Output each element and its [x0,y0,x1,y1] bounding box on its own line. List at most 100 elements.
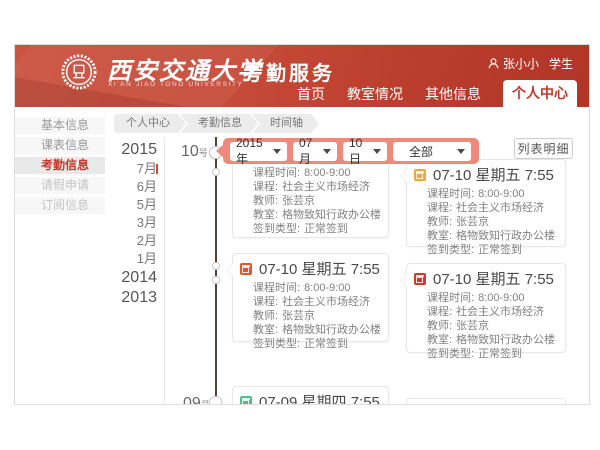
card-header: 07-10 星期五 7:55 [233,254,388,279]
user-menu[interactable]: 张小小 学生 [488,55,573,72]
timeline-axis [215,137,217,405]
card-datetime: 07-10 星期五 7:55 [259,258,380,279]
attendance-card: 课程时间:8:00-9:00课程:社会主义市场经济教师:张芸京教室:格物致知行政… [232,157,389,238]
date-nav-2013[interactable]: 2013 [100,288,157,308]
card-fields: 课程时间:8:00-9:00课程:社会主义市场经济教师:张芸京教室:格物致知行政… [233,279,388,351]
year-dropdown-value: 2015年 [236,136,267,167]
date-nav-2015[interactable]: 2015 [100,140,157,160]
card-field: 教师:张芸京 [427,319,557,333]
day-number: 09 [183,395,201,405]
university-name-en: XI'AN JIAO TONG UNIVERSITY [108,81,243,88]
app-header: 西安交通大学 XI'AN JIAO TONG UNIVERSITY 考勤服务 张… [15,45,589,107]
date-nav-february[interactable]: 2月 [100,232,157,250]
breadcrumb-attendance-info[interactable]: 考勤信息 [180,114,258,133]
attendance-card: 07-10 星期五 7:55 课程时间:8:00-9:00课程:社会主义市场经济… [232,253,389,342]
top-navigation: 首页 教室情况 其他信息 个人中心 [286,80,577,107]
user-role: 学生 [549,55,573,72]
day-marker-10: 10号 [181,143,208,161]
card-field: 教师:张芸京 [427,215,557,229]
attendance-card: 07-09 星期四 7:55 [232,386,389,405]
attendance-card: 07-10 星期五 7:55 课程时间:8:00-9:00课程:社会主义市场经济… [406,263,566,353]
nav-item-home[interactable]: 首页 [297,81,325,107]
sidebar-item-schedule-info[interactable]: 课表信息 [15,137,105,154]
card-field: 课程时间:8:00-9:00 [427,291,557,305]
card-field: 课程:社会主义市场经济 [253,180,380,194]
card-field: 签到类型:正常签到 [253,222,380,236]
day-dropdown-value: 10日 [349,136,367,167]
card-field: 教师:张芸京 [253,194,380,208]
nav-item-other-info[interactable]: 其他信息 [425,81,481,107]
day-dropdown[interactable]: 10日 [343,142,387,161]
sidebar: 基本信息 课表信息 考勤信息 请假申请 订阅信息 [15,117,105,217]
card-field: 课程时间:8:00-9:00 [253,281,380,295]
card-field: 课程:社会主义市场经济 [253,295,380,309]
chevron-down-icon [323,149,331,154]
breadcrumb-timeline[interactable]: 时间轴 [252,114,319,133]
sidebar-item-attendance-info[interactable]: 考勤信息 [15,157,105,174]
date-nav-july-current[interactable]: 7月 [100,160,157,178]
date-nav-january[interactable]: 1月 [100,250,157,268]
card-fields: 课程时间:8:00-9:00课程:社会主义市场经济教师:张芸京教室:格物致知行政… [233,158,388,236]
user-name: 张小小 [503,55,539,72]
breadcrumb: 个人中心 考勤信息 时间轴 [114,114,313,133]
date-nav: 2015 7月 6月 5月 3月 2月 1月 2014 2013 [100,140,157,308]
category-dropdown-value: 全部 [409,143,433,160]
card-field: 教室:格物致知行政办公楼 [427,333,557,347]
card-datetime: 07-09 星期四 7:55 [259,391,380,405]
timeline-node[interactable] [212,276,220,284]
card-field: 教室:格物致知行政办公楼 [253,323,380,337]
attendance-card: 07-10 星期五 7:55 课程时间:8:00-9:00课程:社会主义市场经济… [406,159,566,247]
calendar-icon [414,169,426,181]
card-header: 07-09 星期四 7:55 [233,387,388,405]
card-field: 教师:张芸京 [253,309,380,323]
attendance-card [406,398,566,405]
calendar-icon [414,273,426,285]
date-nav-2014[interactable]: 2014 [100,268,157,288]
day-suffix: 号 [201,400,210,405]
sidebar-item-basic-info[interactable]: 基本信息 [15,117,105,134]
chevron-down-icon [273,149,281,154]
timeline-node[interactable] [209,396,222,405]
card-pointer [401,274,407,286]
timeline-node[interactable] [212,262,220,270]
day-suffix: 号 [199,148,208,158]
list-detail-button[interactable]: 列表明细 [514,138,573,159]
month-dropdown-value: 07月 [299,136,317,167]
day-number: 10 [181,143,199,160]
card-field: 课程时间:8:00-9:00 [253,166,380,180]
day-marker-09: 09号 [183,395,210,405]
current-month-marker [156,164,158,174]
date-nav-march[interactable]: 3月 [100,214,157,232]
filter-bar: 2015年 07月 10日 全部 [223,138,479,164]
calendar-icon [240,263,252,275]
nav-item-classrooms[interactable]: 教室情况 [347,81,403,107]
university-logo-icon [60,53,98,91]
card-fields: 课程时间:8:00-9:00课程:社会主义市场经济教师:张芸京教室:格物致知行政… [407,185,565,257]
date-nav-june[interactable]: 6月 [100,178,157,196]
card-field: 课程时间:8:00-9:00 [427,187,557,201]
date-nav-may[interactable]: 5月 [100,196,157,214]
category-dropdown[interactable]: 全部 [393,142,471,161]
timeline-node[interactable] [212,168,220,176]
filter-pointer-arrow [216,144,224,158]
year-dropdown[interactable]: 2015年 [230,142,287,161]
card-pointer [227,264,233,276]
sidebar-item-leave-request[interactable]: 请假申请 [15,177,105,194]
card-datetime: 07-10 星期五 7:55 [433,268,554,289]
nav-tab-personal-center-active[interactable]: 个人中心 [503,80,577,107]
card-field: 签到类型:正常签到 [427,243,557,257]
chevron-down-icon [457,149,465,154]
card-datetime: 07-10 星期五 7:55 [433,164,554,185]
user-icon [488,58,499,69]
card-field: 课程:社会主义市场经济 [427,201,557,215]
card-field: 教室:格物致知行政办公楼 [253,208,380,222]
card-field: 课程:社会主义市场经济 [427,305,557,319]
main-content: 基本信息 课表信息 考勤信息 请假申请 订阅信息 个人中心 考勤信息 时间轴 2… [15,107,589,405]
app-window: 西安交通大学 XI'AN JIAO TONG UNIVERSITY 考勤服务 张… [14,44,590,405]
card-fields: 课程时间:8:00-9:00课程:社会主义市场经济教师:张芸京教室:格物致知行政… [407,289,565,361]
breadcrumb-personal-center[interactable]: 个人中心 [114,114,186,133]
sidebar-item-subscription-info[interactable]: 订阅信息 [15,197,105,214]
month-dropdown[interactable]: 07月 [293,142,337,161]
card-field: 签到类型:正常签到 [253,337,380,351]
card-header: 07-10 星期五 7:55 [407,264,565,289]
